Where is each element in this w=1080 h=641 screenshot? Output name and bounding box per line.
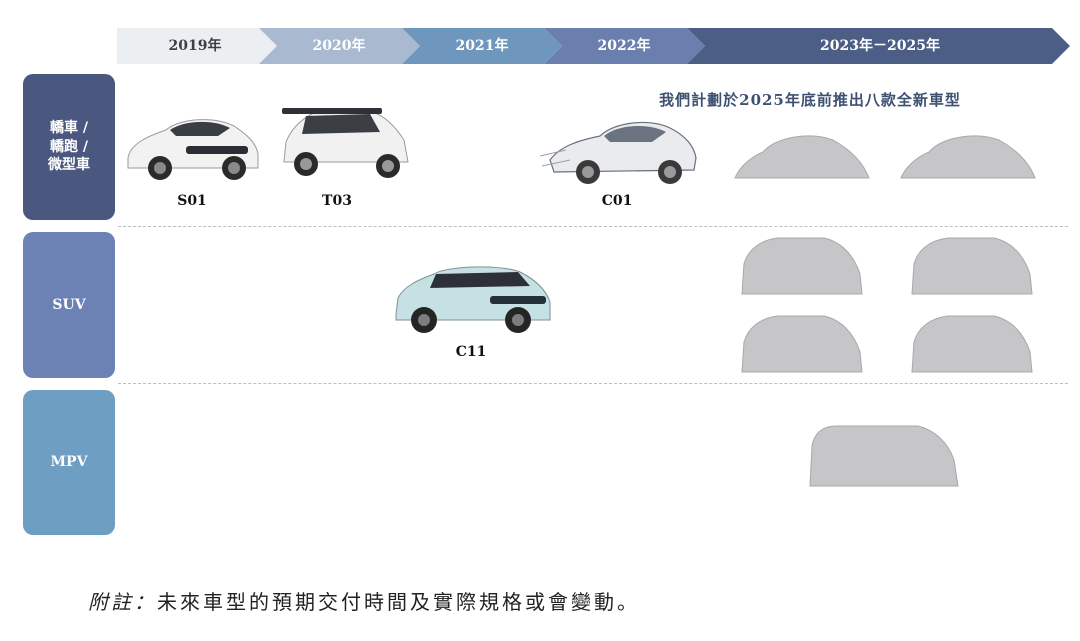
car-t03-image xyxy=(282,108,409,178)
category-sedan: 轎車 / 轎跑 / 微型車 xyxy=(23,74,115,220)
footnote-lead: 附註： xyxy=(88,590,157,614)
row-divider xyxy=(118,226,1068,227)
timeline-label-2020: 2020年 xyxy=(312,38,366,54)
model-label-s01: S01 xyxy=(177,193,207,209)
category-sedan-line-3: 微型車 xyxy=(48,157,90,174)
plan-text: 我們計劃於2025年底前推出八款全新車型 xyxy=(659,91,961,109)
category-suv-label: SUV xyxy=(52,296,86,313)
covered-suv-icon xyxy=(911,315,1033,373)
covered-mpv-icon xyxy=(809,425,959,487)
model-label-c11: C11 xyxy=(455,344,487,360)
covered-car-icon xyxy=(734,135,870,179)
covered-suv-icon xyxy=(911,237,1033,295)
car-s01-image xyxy=(127,119,259,180)
footnote-text: 未來車型的預期交付時間及實際規格或會變動。 xyxy=(157,590,640,614)
timeline: 2019年 2020年 2021年 2022年 2023年－2025年 xyxy=(0,0,1080,80)
category-sedan-line-2: 轎跑 / xyxy=(50,138,88,155)
row-divider xyxy=(118,383,1068,384)
timeline-label-2019: 2019年 xyxy=(168,38,222,54)
car-c01-image xyxy=(540,121,697,184)
timeline-label-2023-2025: 2023年－2025年 xyxy=(820,38,940,54)
footnote: 附註：未來車型的預期交付時間及實際規格或會變動。 xyxy=(88,586,640,615)
covered-suv-icon xyxy=(741,237,863,295)
covered-suv-icon xyxy=(741,315,863,373)
model-label-t03: T03 xyxy=(322,193,352,209)
car-c11-image xyxy=(395,266,551,333)
category-mpv: MPV xyxy=(23,390,115,535)
timeline-label-2022: 2022年 xyxy=(597,38,651,54)
category-sedan-line-1: 轎車 / xyxy=(50,119,88,136)
category-suv: SUV xyxy=(23,232,115,378)
covered-car-icon xyxy=(900,135,1036,179)
model-label-c01: C01 xyxy=(601,193,633,209)
timeline-label-2021: 2021年 xyxy=(455,38,509,54)
category-mpv-label: MPV xyxy=(50,454,88,471)
